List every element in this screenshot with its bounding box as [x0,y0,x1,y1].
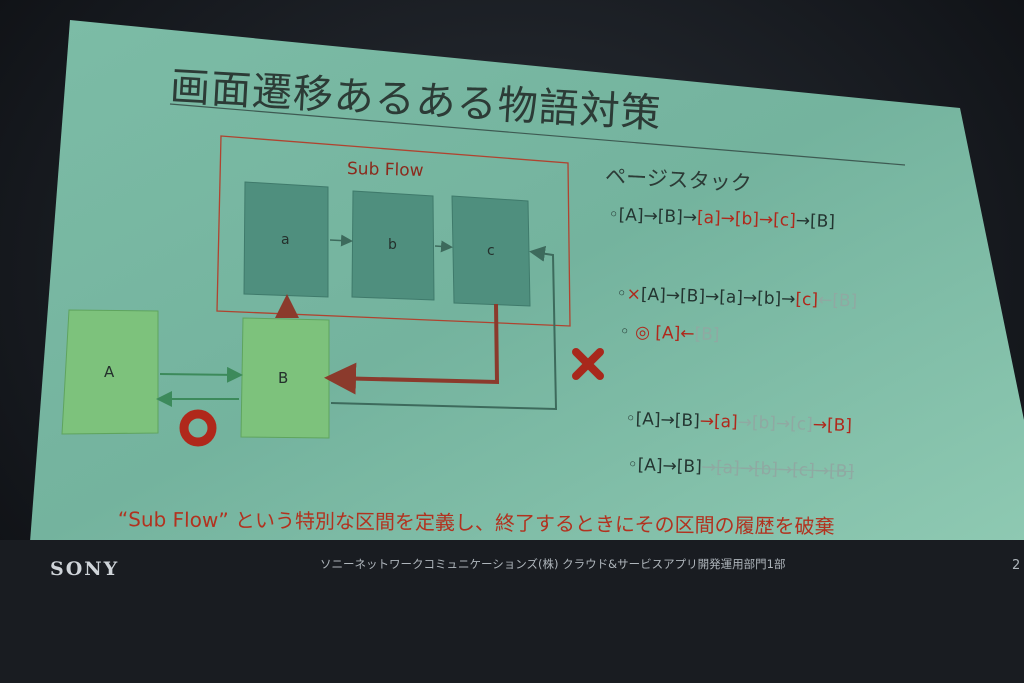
subflow-label: Sub Flow [346,159,424,181]
arrow-A-B [159,366,243,383]
stack-line-3: ◦ ◎ [A]←[B] [619,322,720,346]
box-a-label: a [281,232,290,248]
sony-logo: SONY [50,558,120,580]
box-b-label: b [388,237,397,253]
arrow-a-b [329,234,353,247]
box-B-label: B [278,369,289,387]
box-c-label: c [487,243,495,259]
arrow-b-c [434,240,453,253]
box-A-label: A [104,363,115,381]
footer-department: ソニーネットワークコミュニケーションズ(株) クラウド&サービスアプリ開発運用部… [320,557,786,571]
page-number: 2 [1012,558,1021,573]
